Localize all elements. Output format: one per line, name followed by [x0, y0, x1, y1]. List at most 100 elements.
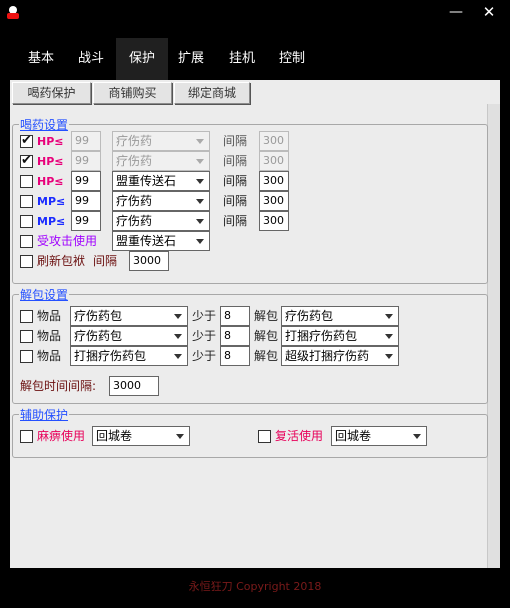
- hp1-item-text: 疗伤药: [116, 134, 153, 148]
- chevron-down-icon: [413, 434, 421, 439]
- unpack2-checkbox[interactable]: [20, 330, 33, 343]
- protect-panel: 喝药保护 商铺购买 绑定商城 喝药设置 HP≤ 99 疗伤药 间隔 300 HP…: [10, 80, 500, 568]
- unpack1-item-label: 物品: [37, 309, 62, 323]
- revive-item-select[interactable]: 回城卷: [331, 426, 427, 446]
- mp1-interval-input[interactable]: 300: [259, 191, 289, 211]
- refresh-bag-label: 刷新包袱: [37, 254, 86, 268]
- attacked-item-select[interactable]: 盟重传送石: [112, 231, 210, 251]
- unpack2-count-input[interactable]: 8: [220, 326, 250, 346]
- unpack2-less-label: 少于: [192, 329, 217, 343]
- tab-extend[interactable]: 扩展: [165, 38, 217, 80]
- unpack3-less-label: 少于: [192, 349, 217, 363]
- subtab-potion[interactable]: 喝药保护: [12, 82, 91, 104]
- mp1-interval-label: 间隔: [223, 194, 248, 208]
- unpack2-target-text: 打捆疗伤药包: [285, 329, 358, 343]
- hp2-checkbox[interactable]: [20, 153, 33, 168]
- mp1-item-select[interactable]: 疗伤药: [112, 191, 210, 211]
- hp2-interval-input[interactable]: 300: [259, 151, 289, 171]
- hp1-interval-label: 间隔: [223, 134, 248, 148]
- assist-group-title: 辅助保护: [19, 408, 70, 422]
- copyright-footer: 永恒狂刀 Copyright 2018: [188, 580, 322, 593]
- tab-control[interactable]: 控制: [266, 38, 318, 80]
- unpack1-target-select[interactable]: 疗伤药包: [281, 306, 399, 326]
- chevron-down-icon: [385, 334, 393, 339]
- unpack3-item-select[interactable]: 打捆疗伤药包: [70, 346, 188, 366]
- unpack3-unpack-label: 解包: [254, 349, 279, 363]
- hp3-checkbox[interactable]: [20, 175, 33, 188]
- paralysis-item-text: 回城卷: [96, 429, 133, 443]
- tab-afk[interactable]: 挂机: [216, 38, 268, 80]
- chevron-down-icon: [196, 199, 204, 204]
- unpack1-unpack-label: 解包: [254, 309, 279, 323]
- mp1-item-text: 疗伤药: [116, 194, 153, 208]
- hp3-label: HP≤: [37, 175, 64, 188]
- mp2-value-input[interactable]: 99: [71, 211, 101, 231]
- close-button[interactable]: ✕: [478, 2, 500, 22]
- hp3-item-select[interactable]: 盟重传送石: [112, 171, 210, 191]
- mp2-checkbox[interactable]: [20, 215, 33, 228]
- hp1-value-input[interactable]: 99: [71, 131, 101, 151]
- hp1-interval-input[interactable]: 300: [259, 131, 289, 151]
- attacked-use-label: 受攻击使用: [37, 234, 98, 248]
- mp2-label: MP≤: [37, 215, 66, 228]
- hp2-item-text: 疗伤药: [116, 154, 153, 168]
- unpack-interval-input[interactable]: 3000: [109, 376, 159, 396]
- tab-basic[interactable]: 基本: [15, 38, 67, 80]
- main-tabs: 基本 战斗 保护 扩展 挂机 控制: [0, 38, 510, 80]
- unpack3-target-select[interactable]: 超级打捆疗伤药: [281, 346, 399, 366]
- mp1-label: MP≤: [37, 195, 66, 208]
- unpack1-item-select[interactable]: 疗伤药包: [70, 306, 188, 326]
- subtab-shop[interactable]: 商铺购买: [93, 82, 172, 104]
- hp1-item-select[interactable]: 疗伤药: [112, 131, 210, 151]
- mp1-checkbox[interactable]: [20, 195, 33, 208]
- unpack1-checkbox[interactable]: [20, 310, 33, 323]
- unpack3-count-input[interactable]: 8: [220, 346, 250, 366]
- mp2-item-text: 疗伤药: [116, 214, 153, 228]
- refresh-bag-checkbox[interactable]: [20, 255, 33, 268]
- unpack1-less-label: 少于: [192, 309, 217, 323]
- potion-group: 喝药设置 HP≤ 99 疗伤药 间隔 300 HP≤ 99 疗伤药 间隔 300…: [12, 118, 488, 284]
- revive-label: 复活使用: [275, 429, 324, 443]
- chevron-down-icon: [196, 239, 204, 244]
- chevron-down-icon: [174, 334, 182, 339]
- hp3-value-input[interactable]: 99: [71, 171, 101, 191]
- paralysis-item-select[interactable]: 回城卷: [92, 426, 190, 446]
- unpack2-target-select[interactable]: 打捆疗伤药包: [281, 326, 399, 346]
- unpack1-count-input[interactable]: 8: [220, 306, 250, 326]
- revive-checkbox[interactable]: [258, 430, 271, 443]
- chevron-down-icon: [174, 354, 182, 359]
- chevron-down-icon: [196, 139, 204, 144]
- hp2-value-input[interactable]: 99: [71, 151, 101, 171]
- attacked-use-checkbox[interactable]: [20, 235, 33, 248]
- unpack2-item-label: 物品: [37, 329, 62, 343]
- assist-group: 辅助保护 麻痹使用 回城卷 复活使用 回城卷: [12, 408, 488, 458]
- potion-group-title: 喝药设置: [19, 118, 70, 132]
- app-logo-icon: [6, 6, 20, 20]
- refresh-interval-input[interactable]: 3000: [129, 251, 169, 271]
- tab-combat[interactable]: 战斗: [65, 38, 117, 80]
- vertical-scrollbar[interactable]: [487, 104, 500, 568]
- unpack-interval-label: 解包时间间隔:: [20, 379, 97, 393]
- tab-protect[interactable]: 保护: [116, 38, 168, 80]
- paralysis-checkbox[interactable]: [20, 430, 33, 443]
- chevron-down-icon: [196, 179, 204, 184]
- unpack3-checkbox[interactable]: [20, 350, 33, 363]
- hp2-item-select[interactable]: 疗伤药: [112, 151, 210, 171]
- hp1-checkbox[interactable]: [20, 133, 33, 148]
- hp2-label: HP≤: [37, 155, 64, 168]
- title-bar: — ✕: [0, 0, 510, 26]
- subtab-bind-mall[interactable]: 绑定商城: [174, 82, 250, 104]
- paralysis-label: 麻痹使用: [37, 429, 86, 443]
- unpack2-item-select[interactable]: 疗伤药包: [70, 326, 188, 346]
- mp2-item-select[interactable]: 疗伤药: [112, 211, 210, 231]
- chevron-down-icon: [174, 314, 182, 319]
- hp3-interval-input[interactable]: 300: [259, 171, 289, 191]
- refresh-interval-label: 间隔: [93, 254, 118, 268]
- minimize-button[interactable]: —: [445, 2, 467, 22]
- unpack3-item-text: 打捆疗伤药包: [74, 349, 147, 363]
- mp1-value-input[interactable]: 99: [71, 191, 101, 211]
- unpack-group-title: 解包设置: [19, 288, 70, 302]
- mp2-interval-label: 间隔: [223, 214, 248, 228]
- mp2-interval-input[interactable]: 300: [259, 211, 289, 231]
- hp2-interval-label: 间隔: [223, 154, 248, 168]
